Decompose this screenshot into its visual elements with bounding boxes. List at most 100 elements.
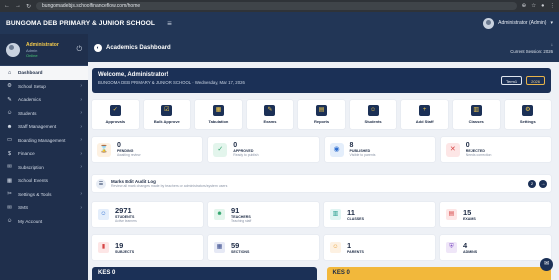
- sidebar-item[interactable]: ✉ Subscription ›: [0, 161, 88, 175]
- year-button[interactable]: 2026: [526, 76, 545, 85]
- back-icon[interactable]: ←: [4, 3, 10, 9]
- stat-subtitle: Visible to parents: [349, 153, 376, 157]
- extensions-icon[interactable]: ⊕: [522, 3, 527, 9]
- term-button[interactable]: Term1: [500, 76, 523, 85]
- stat-count: 0: [465, 142, 470, 149]
- audit-log-card[interactable]: ☰ Marks Edit Audit Log Review all mark c…: [92, 175, 551, 192]
- status-card-pending[interactable]: ⌛ 0 PENDING Awaiting review: [92, 137, 203, 162]
- status-card-published[interactable]: ◉ 8 PUBLISHED Visible to parents: [324, 137, 435, 162]
- stat-count: 0: [233, 142, 238, 149]
- status-card-rejected[interactable]: ✕ 0 REJECTED Needs correction: [440, 137, 551, 162]
- staff-icon: ☻: [6, 123, 13, 130]
- quick-action-label: Approvals: [105, 119, 126, 124]
- quick-action-approvals[interactable]: ✓ Approvals: [92, 100, 139, 129]
- profile-name: Administrator: [26, 41, 59, 48]
- stat-count: 11: [347, 208, 355, 217]
- shield-icon: ⛨: [446, 242, 457, 253]
- sidebar-item[interactable]: ⚙ School Setup ›: [0, 80, 88, 94]
- students-icon: ☺: [6, 110, 13, 117]
- sidebar-item[interactable]: $ Finance ›: [0, 147, 88, 161]
- teacher-icon: ☻: [214, 209, 225, 220]
- sidebar-item-label: School Setup: [18, 83, 46, 89]
- stat-card-parents[interactable]: ☺ 1 PARENTS: [324, 235, 435, 260]
- stat-count: 4: [463, 241, 468, 250]
- welcome-title: Welcome, Administrator!: [98, 72, 169, 78]
- power-icon[interactable]: ⏻: [76, 46, 82, 54]
- stat-card-sections[interactable]: ▦ 59 SECTIONS: [208, 235, 319, 260]
- check-icon: ✓: [213, 142, 228, 157]
- chevron-right-icon: ›: [80, 191, 82, 198]
- quick-action-classes[interactable]: ▥ Classes: [452, 100, 500, 129]
- audit-subtitle: Review all mark changes made by teachers…: [111, 184, 228, 188]
- sidebar-item[interactable]: ☺ Students ›: [0, 107, 88, 121]
- finance-card: KES 0: [326, 267, 551, 280]
- hamburger-icon[interactable]: ≡: [167, 19, 172, 28]
- chevron-right-icon: ›: [80, 110, 82, 117]
- forward-icon[interactable]: →: [15, 3, 21, 9]
- sidebar-item-label: SMS: [18, 205, 29, 211]
- sidebar-item[interactable]: ☻ Staff Management ›: [0, 120, 88, 134]
- classes-icon: ▥: [470, 105, 482, 116]
- sidebar-item-label: My Account: [18, 218, 43, 224]
- calendar-icon: ▦: [6, 177, 13, 184]
- stat-card-exams[interactable]: ▤ 15 EXAMS: [440, 202, 551, 227]
- more-icon[interactable]: ⋮: [550, 3, 556, 9]
- chevron-right-icon: ›: [80, 123, 82, 130]
- page-header: ◐ Academics Dashboard ↓ Current Session:…: [88, 34, 559, 62]
- chat-icon[interactable]: ✉: [540, 258, 553, 271]
- arrow-right-icon[interactable]: →: [539, 179, 547, 188]
- stat-card-students[interactable]: ☺ 2971 STUDENTS Active learners: [92, 202, 203, 227]
- settings-icon: ⚙: [522, 105, 534, 116]
- quick-action-add-staff[interactable]: + Add Staff: [401, 100, 448, 129]
- graduation-cap-icon: ✎: [7, 96, 12, 103]
- quick-actions: ✓ Approvals ☑ Bulk Approve ▦ Tabulation ✎ Exams…: [92, 100, 552, 129]
- sidebar-item[interactable]: ⌂ Dashboard: [0, 66, 88, 80]
- bulk-approve-icon: ☑: [161, 105, 173, 116]
- chevron-right-icon: ›: [80, 96, 82, 103]
- stat-card-admins[interactable]: ⛨ 4 ADMINS: [440, 235, 551, 260]
- quick-action-reports[interactable]: ▤ Reports: [298, 100, 345, 129]
- status-card-approved[interactable]: ✓ 0 APPROVED Ready to publish: [208, 137, 319, 162]
- admin-menu[interactable]: Administrator (Admin) ▾: [483, 17, 553, 29]
- sidebar-item-label: Settings & Tools: [18, 191, 52, 197]
- quick-action-label: Exams: [263, 119, 277, 124]
- sidebar-item[interactable]: ✎ Academics ›: [0, 93, 88, 107]
- stat-card-subjects[interactable]: ▮ 19 SUBJECTS: [92, 235, 203, 260]
- quick-action-students[interactable]: ☺ Students: [349, 100, 397, 129]
- chevron-right-icon: ›: [80, 204, 82, 211]
- quick-action-bulk-approve[interactable]: ☑ Bulk Approve: [143, 100, 191, 129]
- quick-action-exams[interactable]: ✎ Exams: [246, 100, 294, 129]
- quick-action-label: Reports: [313, 119, 330, 124]
- quick-action-tabulation[interactable]: ▦ Tabulation: [195, 100, 242, 129]
- status-cards: ⌛ 0 PENDING Awaiting review ✓ 0 APPROVED Ready …: [92, 137, 551, 162]
- sidebar-item-label: Academics: [18, 97, 41, 103]
- sidebar-item-label: Subscription: [18, 164, 44, 170]
- star-icon[interactable]: ☆: [531, 3, 536, 9]
- tabulation-icon: ▦: [212, 105, 224, 116]
- quick-action-settings[interactable]: ⚙ Settings: [504, 100, 552, 129]
- stat-card-teachers[interactable]: ☻ 91 TEACHERS Teaching staff: [208, 202, 319, 227]
- sidebar-item[interactable]: ▦ School Events: [0, 174, 88, 188]
- profile-icon[interactable]: ●: [541, 3, 544, 9]
- stats-row-2: ▮ 19 SUBJECTS ▦ 59 SECTIONS ☺ 1 PARENTS ⛨ 4 ADMINS: [92, 235, 551, 260]
- chevron-right-icon: ›: [80, 137, 82, 144]
- address-bar[interactable]: bungomadebjs.schoolfinanceflow.com/home: [36, 2, 517, 10]
- chevron-right-icon: ›: [80, 83, 82, 90]
- top-bar: BUNGOMA DEB PRIMARY & JUNIOR SCHOOL ≡ Ad…: [0, 12, 559, 34]
- sidebar-item[interactable]: ✂ Settings & Tools ›: [0, 188, 88, 202]
- chevron-right-icon: ›: [80, 164, 82, 171]
- dashboard-icon: ◐: [94, 44, 102, 52]
- finance-card: KES 0: [92, 267, 317, 280]
- exams-icon: ✎: [264, 105, 276, 116]
- quick-action-label: Students: [364, 119, 382, 124]
- sidebar-item-label: Students: [18, 110, 37, 116]
- sidebar-item-label: Dashboard: [18, 70, 43, 76]
- stat-card-classes[interactable]: ▥ 11 CLASSES: [324, 202, 435, 227]
- audit-count-badge: 2: [528, 179, 536, 188]
- sections-icon: ▦: [214, 242, 225, 253]
- sidebar-item[interactable]: ▭ Boarding Management ›: [0, 134, 88, 148]
- sidebar-item[interactable]: ✉ SMS ›: [0, 201, 88, 215]
- sidebar-item[interactable]: ☺ My Account: [0, 215, 88, 229]
- x-icon: ✕: [445, 142, 460, 157]
- reload-icon[interactable]: ↻: [26, 3, 31, 10]
